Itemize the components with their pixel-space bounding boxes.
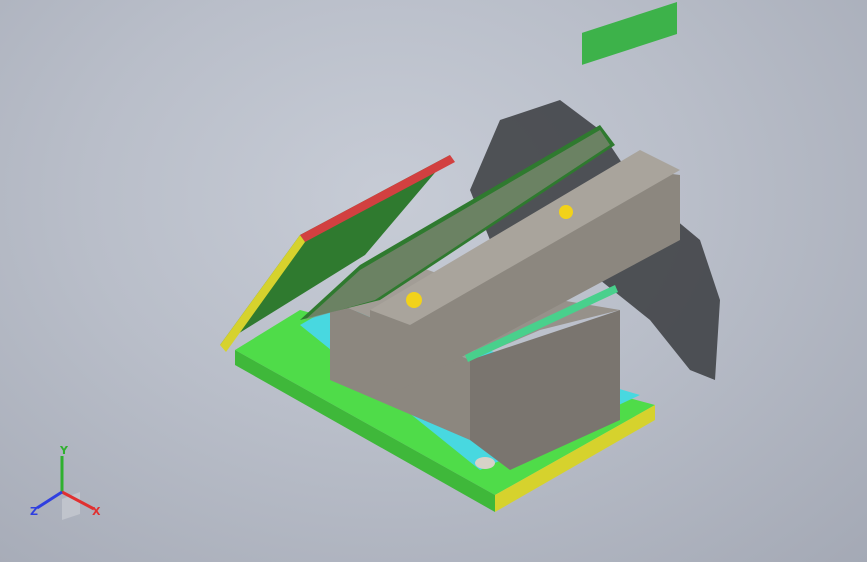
z-axis-label: Z: [30, 505, 38, 518]
assembly-model[interactable]: [0, 0, 867, 562]
x-axis-label: X: [92, 505, 101, 518]
yellow-gear-2[interactable]: [559, 205, 573, 219]
cylinder-post[interactable]: [475, 457, 495, 469]
yellow-gear-1[interactable]: [406, 292, 422, 308]
cad-viewport[interactable]: Y X Z: [0, 0, 867, 562]
axis-triad[interactable]: Y X Z: [22, 444, 112, 534]
z-axis-line: [36, 490, 63, 510]
display-module[interactable]: [582, 2, 677, 65]
y-axis-label: Y: [60, 444, 68, 457]
